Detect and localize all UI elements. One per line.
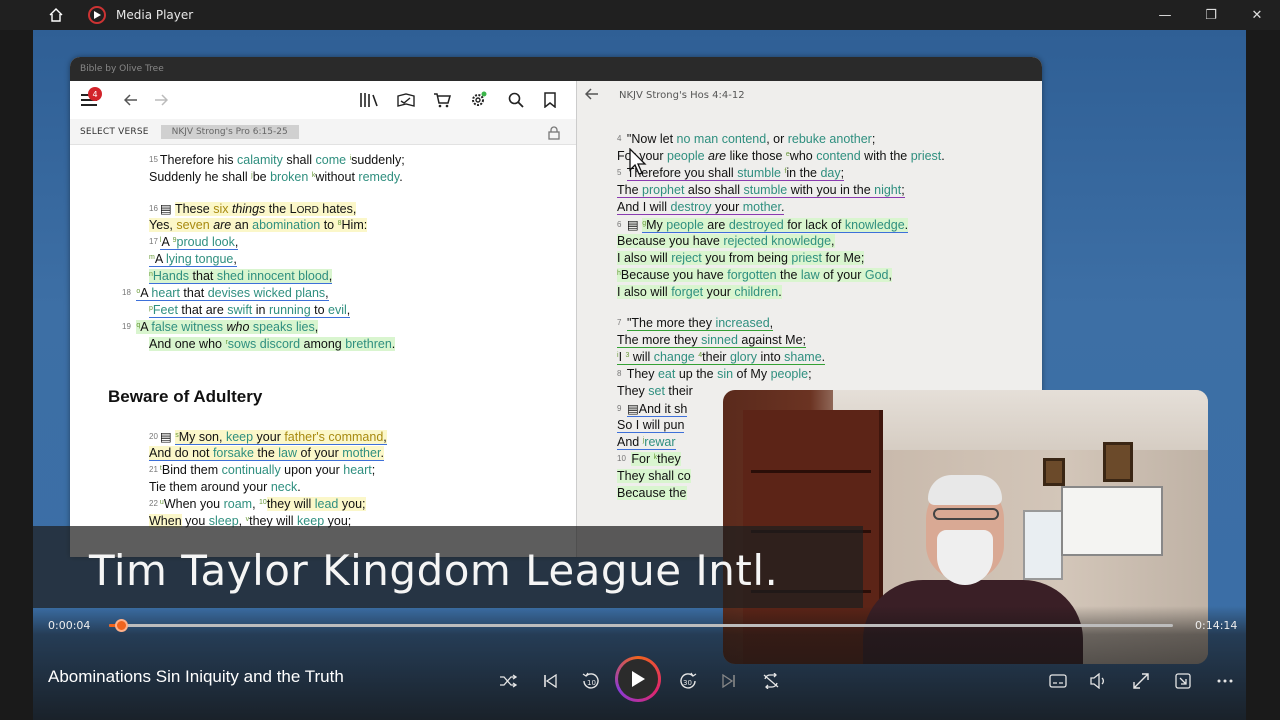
player-controls: 0:00:04 0:14:14 Abominations Sin Iniquit… (33, 606, 1246, 720)
verse-line: iI 3 will change 4their glory into shame… (617, 350, 826, 365)
shelf-row (751, 470, 871, 473)
verse-line: 18 oA heart that devises wicked plans, (122, 286, 329, 301)
forward-arrow-icon[interactable] (150, 89, 172, 111)
right-edge (1246, 30, 1280, 720)
webcam-window (1023, 510, 1063, 580)
select-verse-bar: SELECT VERSE NKJV Strong's Pro 6:15-25 (70, 119, 576, 145)
verse-line: 10 For kthey (617, 452, 681, 466)
webcam-whiteboard (1061, 486, 1163, 556)
verse-line: They set their (617, 384, 693, 398)
left-pane: 4 SELECT VERSE NKJV Strong's Pro 6:15-25… (70, 81, 576, 557)
notification-badge: 4 (88, 87, 102, 101)
play-button[interactable] (615, 656, 661, 702)
total-duration: 0:14:14 (1195, 619, 1238, 632)
close-button[interactable]: ✕ (1234, 0, 1280, 30)
verse-line: Because the (617, 486, 687, 500)
shuffle-icon[interactable] (495, 668, 521, 694)
repeat-icon[interactable] (758, 668, 784, 694)
wall-frame (1043, 458, 1065, 486)
restore-button[interactable]: ❐ (1188, 0, 1234, 30)
verse-line: 17 lA 9proud look, (149, 235, 239, 250)
next-icon[interactable] (716, 668, 742, 694)
wall-frame (1103, 442, 1133, 482)
home-icon[interactable] (45, 4, 67, 26)
presenter-hair (928, 475, 1002, 505)
volume-icon[interactable] (1086, 668, 1112, 694)
lower-third-text: Tim Taylor Kingdom League Intl. (89, 546, 779, 595)
verse-line: For your people are like those ewho cont… (617, 149, 945, 163)
search-icon[interactable] (505, 89, 527, 111)
right-back-arrow-icon[interactable] (584, 88, 599, 104)
settings-gear-icon[interactable] (467, 89, 489, 111)
verse-line: And I will destroy your mother. (617, 200, 785, 215)
seek-bar[interactable] (109, 619, 1173, 632)
verse-line: mA lying tongue, (149, 252, 237, 267)
verse-line: Tie them around your neck. (149, 480, 301, 494)
verse-line: nHands that shed innocent blood, (149, 269, 333, 284)
elapsed-time: 0:00:04 (48, 619, 91, 632)
verse-line: pFeet that are swift in running to evil, (149, 303, 351, 318)
verse-line: And jrewar (617, 435, 676, 450)
fullscreen-icon[interactable] (1128, 668, 1154, 694)
right-reference[interactable]: NKJV Strong's Hos 4:4-12 (619, 90, 745, 101)
mouse-cursor-icon (629, 147, 649, 180)
verse-line: Because you have rejected knowledge, (617, 234, 835, 248)
verse-line: 6 ▤ gMy people are destroyed for lack of… (617, 218, 909, 233)
verse-line: 7 "The more they increased, (617, 316, 774, 331)
verse-line: 20 ▤ sMy son, keep your father's command, (149, 430, 387, 445)
reading-plan-icon[interactable] (395, 89, 417, 111)
left-reference[interactable]: NKJV Strong's Pro 6:15-25 (160, 124, 299, 139)
svg-text:10: 10 (587, 679, 596, 687)
media-player-logo-icon (88, 6, 106, 24)
store-cart-icon[interactable] (431, 89, 453, 111)
more-icon[interactable] (1212, 668, 1238, 694)
bookmark-icon[interactable] (539, 89, 561, 111)
mini-player-icon[interactable] (1170, 668, 1196, 694)
title-bar: Media Player — ❐ ✕ (0, 0, 1280, 30)
webcam-ceiling (833, 390, 1208, 450)
play-icon (618, 659, 658, 699)
left-toolbar: 4 (70, 81, 576, 119)
select-verse-label[interactable]: SELECT VERSE (80, 127, 149, 137)
left-edge (0, 30, 33, 720)
captions-icon[interactable] (1045, 668, 1071, 694)
verse-line: 4 "Now let no man contend, or rebuke ano… (617, 132, 876, 146)
presenter-glasses (933, 508, 999, 520)
skip-forward-icon[interactable]: 30 (675, 668, 701, 694)
verse-line: They shall co (617, 469, 691, 483)
presenter-beard (937, 530, 993, 585)
verse-line: 8 They eat up the sin of My people; (617, 367, 812, 381)
verse-line: 22 uWhen you roam, 10they will lead you; (149, 497, 366, 511)
verse-line: The prophet also shall stumble with you … (617, 183, 905, 198)
verse-line: 21 tBind them continually upon your heart… (149, 463, 376, 477)
olive-tree-titlebar: Bible by Olive Tree (70, 57, 1042, 81)
verse-line: And one who rsows discord among brethren… (149, 337, 396, 351)
svg-text:30: 30 (683, 679, 692, 687)
window-title: Media Player (116, 8, 194, 22)
previous-icon[interactable] (537, 668, 563, 694)
verse-line: 9 ▤And it sh (617, 402, 688, 417)
verse-line: I also will forget your children. (617, 285, 782, 299)
now-playing-title: Abominations Sin Iniquity and the Truth (48, 667, 344, 686)
verse-line: The more they sinned against Me; (617, 333, 807, 348)
verse-line: 15 Therefore his calamity shall come isud… (149, 153, 405, 167)
verse-line: 5 Therefore you shall stumble fin the da… (617, 166, 845, 181)
verse-line: So I will pun (617, 418, 685, 433)
back-arrow-icon[interactable] (120, 89, 142, 111)
verse-line: 16 ▤ These six things the LORD hates, (149, 202, 357, 216)
right-header: NKJV Strong's Hos 4:4-12 (577, 81, 1042, 111)
skip-back-icon[interactable]: 10 (578, 668, 604, 694)
lower-third-banner: Tim Taylor Kingdom League Intl. (33, 526, 863, 608)
verse-line: hBecause you have forgotten the law of y… (617, 268, 892, 282)
lock-icon[interactable] (548, 125, 560, 144)
verse-line: Suddenly he shall jbe broken kwithout re… (149, 170, 403, 184)
verse-line: 19 qA false witness who speaks lies, (122, 320, 319, 334)
verse-line: Yes, seven are an abomination to 8Him: (149, 218, 368, 232)
minimize-button[interactable]: — (1142, 0, 1188, 30)
section-heading: Beware of Adultery (108, 387, 263, 406)
verse-line: And do not forsake the law of your mothe… (149, 446, 384, 461)
verse-line: I also will reject you from being priest… (617, 251, 865, 265)
seek-thumb[interactable] (114, 619, 128, 632)
library-icon[interactable] (358, 89, 380, 111)
